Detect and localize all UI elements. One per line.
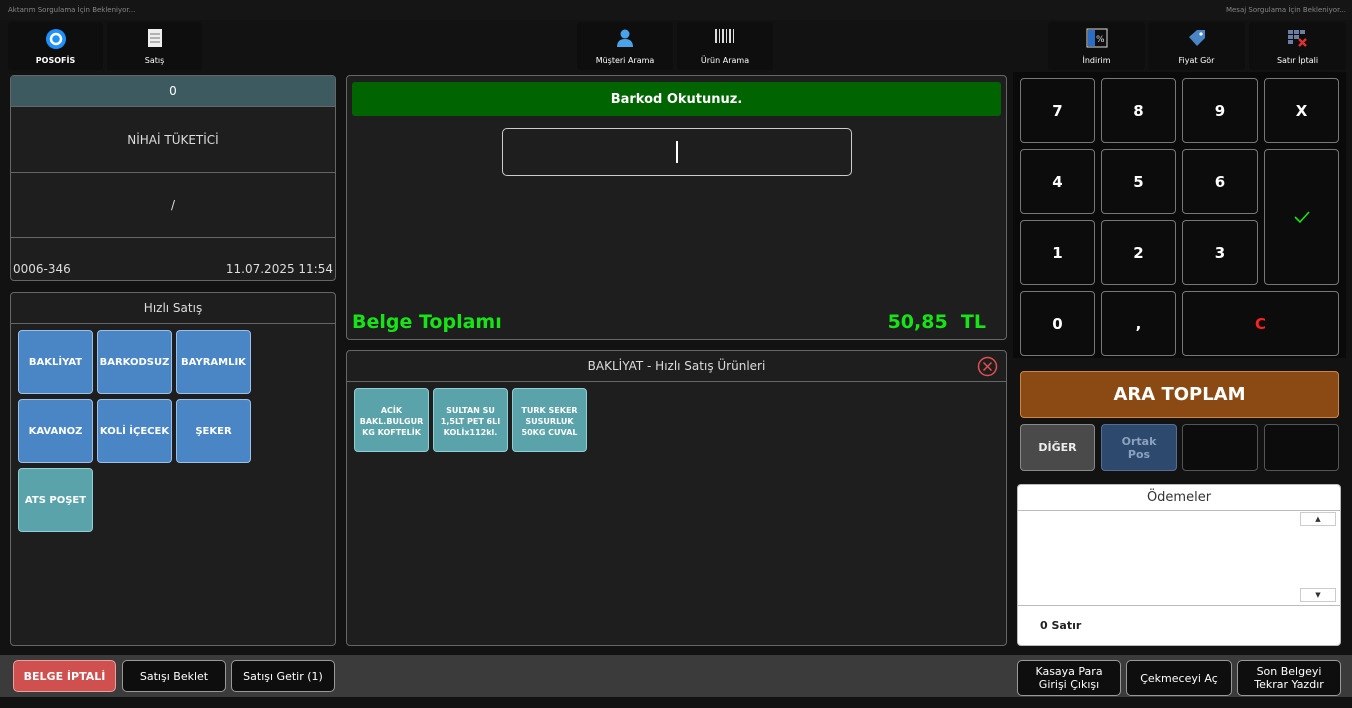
key-comma[interactable]: ,	[1101, 291, 1176, 356]
belge-toplami-label: Belge Toplamı	[352, 311, 502, 333]
belge-iptali-button[interactable]: BELGE İPTALİ	[13, 660, 116, 692]
key-7[interactable]: 7	[1020, 78, 1095, 143]
payments-list[interactable]	[1018, 511, 1340, 605]
category-kavanoz[interactable]: KAVANOZ	[18, 399, 93, 463]
key-clear[interactable]: C	[1182, 291, 1339, 356]
category-seker[interactable]: ŞEKER	[176, 399, 251, 463]
category-ats-poset[interactable]: ATS POŞET	[18, 468, 93, 532]
status-left: Aktarım Sorgulama İçin Bekleniyor...	[8, 6, 136, 14]
empty-payment-button[interactable]	[1182, 424, 1258, 471]
satisi-beklet-button[interactable]: Satışı Beklet	[122, 660, 226, 692]
product-line: SULTAN SU	[446, 405, 495, 415]
scroll-up-icon[interactable]: ▲	[1300, 512, 1336, 526]
son-belge-button[interactable]: Son Belgeyi Tekrar Yazdır	[1237, 660, 1341, 696]
ortak-pos-button[interactable]: Ortak Pos	[1101, 424, 1177, 471]
cekmeceyi-ac-button[interactable]: Çekmeceyi Aç	[1126, 660, 1232, 696]
status-bar: Aktarım Sorgulama İçin Bekleniyor... Mes…	[0, 0, 1352, 20]
key-enter[interactable]	[1264, 149, 1339, 285]
empty-payment-button[interactable]	[1264, 424, 1339, 471]
ara-toplam-button[interactable]: ARA TOPLAM	[1020, 371, 1339, 418]
customer-slash: /	[11, 172, 335, 237]
delete-row-icon	[1287, 30, 1307, 47]
indirim-button[interactable]: % İndirim	[1048, 22, 1145, 70]
posofis-label: POSOFİS	[35, 56, 76, 65]
key-4[interactable]: 4	[1020, 149, 1095, 214]
barcode-panel: Barkod Okutunuz. Belge Toplamı 50,85 TL	[346, 75, 1007, 340]
product-line: 1,5LT PET 6LI	[440, 416, 501, 426]
product-line: ACİK	[380, 405, 403, 415]
product-line: SUSURLUK	[525, 416, 574, 426]
scroll-down-icon[interactable]: ▼	[1300, 588, 1336, 602]
musteri-arama-label: Müşteri Arama	[595, 56, 655, 65]
key-0[interactable]: 0	[1020, 291, 1095, 356]
receipt-icon	[147, 29, 162, 47]
quick-sale-title: Hızlı Satış	[11, 293, 335, 324]
product-line: KOLİx112kl.	[443, 427, 498, 437]
barcode-icon	[715, 29, 734, 43]
barcode-banner: Barkod Okutunuz.	[352, 82, 1001, 116]
product-button[interactable]: TURK SEKER SUSURLUK 50KG CUVAL	[512, 388, 587, 452]
category-koli-icecek[interactable]: KOLİ İÇECEK	[97, 399, 172, 463]
urun-arama-label: Ürün Arama	[700, 56, 750, 65]
document-info-row: 0006-346 11.07.2025 11:54	[11, 237, 335, 280]
customer-panel: 0 NİHAİ TÜKETİCİ / 0006-346 11.07.2025 1…	[10, 75, 336, 281]
indirim-label: İndirim	[1082, 56, 1111, 65]
key-x[interactable]: X	[1264, 78, 1339, 143]
category-barkodsuz[interactable]: BARKODSUZ	[97, 330, 172, 394]
user-icon	[617, 29, 633, 47]
check-icon	[1293, 211, 1310, 224]
discount-icon: %	[1086, 28, 1107, 48]
urun-arama-button[interactable]: Ürün Arama	[677, 22, 773, 70]
satis-label: Satış	[144, 56, 165, 65]
close-circle-icon[interactable]	[977, 356, 998, 377]
product-line: KG KOFTELİK	[362, 427, 421, 437]
payments-panel: Ödemeler ▲ ▼ 0 Satır	[1017, 484, 1341, 646]
key-8[interactable]: 8	[1101, 78, 1176, 143]
key-2[interactable]: 2	[1101, 220, 1176, 285]
total-amount: 50,85	[887, 311, 948, 333]
key-6[interactable]: 6	[1182, 149, 1258, 214]
key-5[interactable]: 5	[1101, 149, 1176, 214]
text-cursor	[676, 141, 678, 163]
product-button[interactable]: ACİK BAKL.BULGUR KG KOFTELİK	[354, 388, 429, 452]
fiyat-gor-label: Fiyat Gör	[1178, 56, 1215, 65]
key-3[interactable]: 3	[1182, 220, 1258, 285]
document-number: 0006-346	[13, 262, 71, 276]
product-line: TURK SEKER	[521, 405, 578, 415]
satir-iptali-label: Satır İptali	[1276, 56, 1319, 65]
payments-title: Ödemeler	[1018, 485, 1340, 511]
key-1[interactable]: 1	[1020, 220, 1095, 285]
payments-row-count: 0 Satır	[1040, 619, 1082, 632]
posofis-logo-icon	[45, 29, 66, 49]
key-9[interactable]: 9	[1182, 78, 1258, 143]
diger-button[interactable]: DİĞER	[1020, 424, 1095, 471]
musteri-arama-button[interactable]: Müşteri Arama	[577, 22, 673, 70]
category-bakliyat[interactable]: BAKLİYAT	[18, 330, 93, 394]
customer-name[interactable]: NİHAİ TÜKETİCİ	[11, 106, 335, 172]
svg-text:%: %	[1096, 35, 1105, 45]
satir-iptali-button[interactable]: Satır İptali	[1249, 22, 1346, 70]
total-currency: TL	[960, 311, 986, 333]
barcode-input[interactable]	[502, 128, 852, 176]
belge-toplami-value: 50,85 TL	[888, 311, 986, 333]
kasaya-para-button[interactable]: Kasaya Para Girişi Çıkışı	[1017, 660, 1121, 696]
product-button[interactable]: SULTAN SU 1,5LT PET 6LI KOLİx112kl.	[433, 388, 508, 452]
products-title: BAKLİYAT - Hızlı Satış Ürünleri	[347, 351, 1006, 382]
product-line: BAKL.BULGUR	[359, 416, 424, 426]
posofis-button[interactable]: POSOFİS	[8, 22, 103, 70]
satis-button[interactable]: Satış	[107, 22, 202, 70]
product-line: 50KG CUVAL	[521, 427, 578, 437]
customer-number: 0	[11, 76, 335, 106]
satisi-getir-button[interactable]: Satışı Getir (1)	[231, 660, 335, 692]
document-datetime: 11.07.2025 11:54	[225, 262, 333, 276]
category-bayramlik[interactable]: BAYRAMLIK	[176, 330, 251, 394]
fiyat-gor-button[interactable]: Fiyat Gör	[1148, 22, 1245, 70]
status-right: Mesaj Sorgulama İçin Bekleniyor...	[1225, 6, 1346, 14]
price-tag-icon	[1188, 30, 1205, 46]
